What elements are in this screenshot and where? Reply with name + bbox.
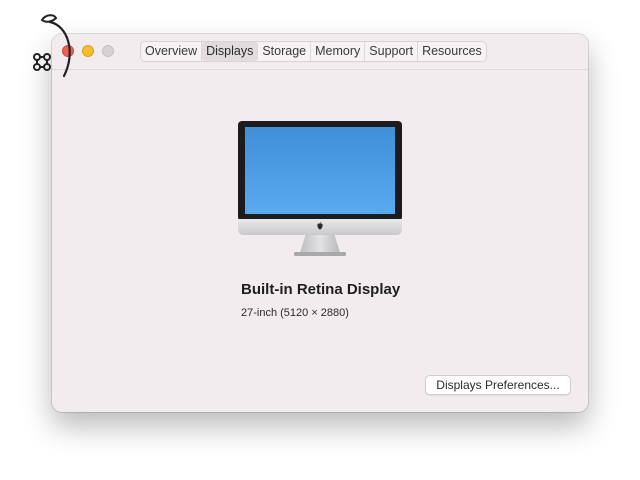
zoom-button[interactable] — [102, 45, 114, 57]
tab-displays[interactable]: Displays — [202, 42, 259, 61]
minimize-button[interactable] — [82, 45, 94, 57]
tab-support[interactable]: Support — [365, 42, 419, 61]
about-this-mac-window: Overview Displays Storage Memory Support… — [52, 34, 588, 412]
tab-memory[interactable]: Memory — [311, 42, 366, 61]
tab-resources[interactable]: Resources — [418, 42, 486, 61]
tab-storage[interactable]: Storage — [258, 42, 312, 61]
tab-bar: Overview Displays Storage Memory Support… — [140, 41, 487, 62]
brand-logo-icon — [33, 14, 71, 78]
page: Overview Displays Storage Memory Support… — [0, 0, 640, 480]
imac-display-icon — [238, 121, 402, 256]
tab-overview[interactable]: Overview — [141, 42, 203, 61]
displays-preferences-button[interactable]: Displays Preferences... — [425, 375, 571, 395]
titlebar: Overview Displays Storage Memory Support… — [52, 34, 588, 70]
display-resolution: 27-inch (5120 × 2880) — [241, 307, 349, 319]
display-name: Built-in Retina Display — [241, 281, 401, 298]
